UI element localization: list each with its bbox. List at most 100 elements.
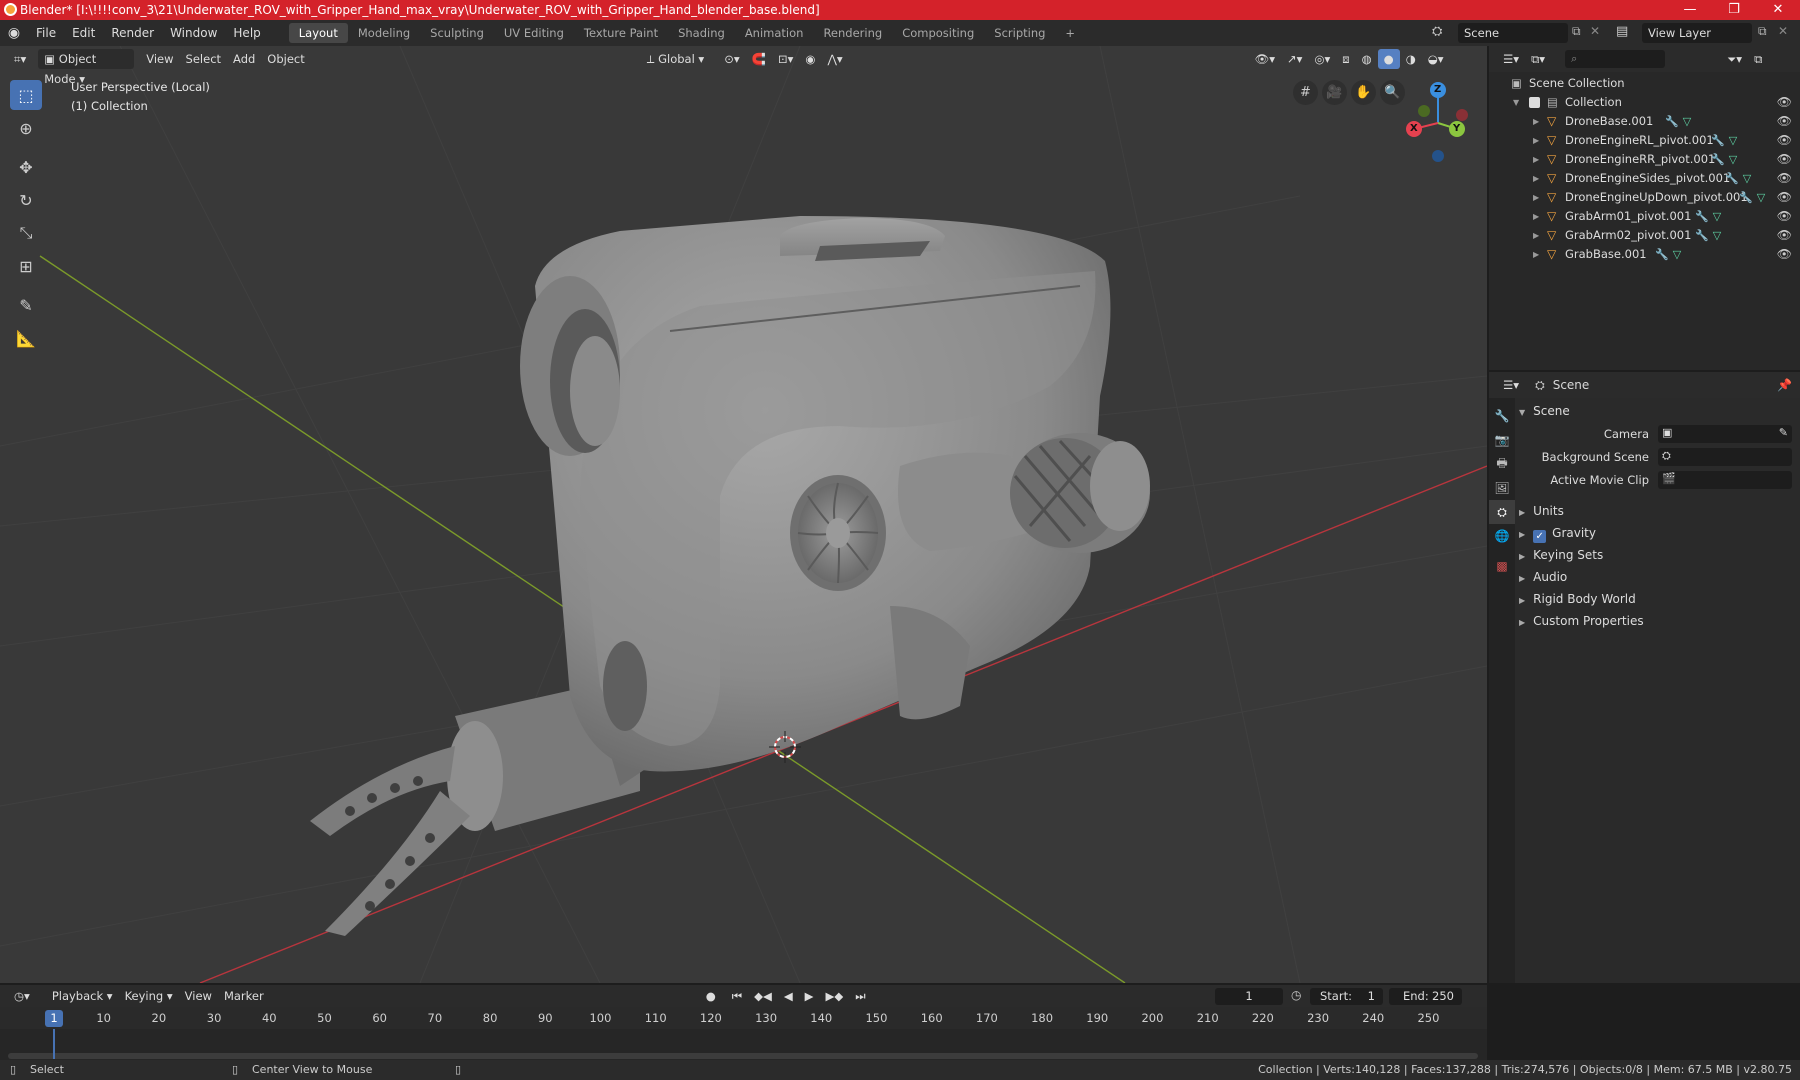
next-keyframe-icon[interactable]: ▶◆ (820, 986, 850, 1006)
select-box-tool-icon[interactable]: ⬚ (10, 80, 42, 110)
gravity-checkbox[interactable]: ✓ (1533, 530, 1547, 543)
world-tab-icon[interactable]: 🌐 (1489, 524, 1515, 548)
custom-properties-subpanel[interactable]: ▶ Custom Properties (1519, 610, 1794, 632)
3d-viewport[interactable]: Z Y X ⌗▾ ▣ Object Mode ▾ View Select Add… (0, 46, 1487, 983)
tool-tab-icon[interactable]: 🔧 (1489, 404, 1515, 428)
outliner-object-row[interactable]: ▶ ▽ DroneEngineRL_pivot.001 🔧 ▽ 👁 (1489, 131, 1800, 150)
scale-tool-icon[interactable]: ⤡ (10, 218, 42, 248)
maximize-button[interactable]: ❐ (1712, 0, 1756, 20)
menu-timeline-view[interactable]: View (179, 986, 218, 1006)
pan-view-icon[interactable]: ✋ (1351, 80, 1376, 105)
outliner-object-row[interactable]: ▶ ▽ DroneBase.001 🔧 ▽ 👁 (1489, 112, 1800, 131)
tab-modeling[interactable]: Modeling (348, 23, 420, 43)
tab-sculpting[interactable]: Sculpting (420, 23, 494, 43)
start-frame-field[interactable]: Start: 1 (1310, 988, 1383, 1005)
new-collection-icon[interactable]: ⧉ (1748, 49, 1768, 69)
outliner-object-row[interactable]: ▶ ▽ DroneEngineSides_pivot.001 🔧 ▽ 👁 (1489, 169, 1800, 188)
scene-panel-header[interactable]: ▼ Scene (1519, 400, 1570, 422)
menu-add[interactable]: Add (227, 49, 261, 69)
menu-playback[interactable]: Playback ▾ (46, 986, 119, 1006)
expand-arrow-icon[interactable]: ▶ (1533, 131, 1539, 150)
menu-marker[interactable]: Marker (218, 986, 270, 1006)
blender-menu-icon[interactable]: ◉ (0, 25, 28, 41)
wireframe-shading-icon[interactable]: ◍ (1356, 49, 1378, 69)
camera-field[interactable]: ▣ ✎ (1658, 425, 1792, 443)
menu-select[interactable]: Select (180, 49, 227, 69)
eye-icon[interactable]: 👁 (1777, 245, 1792, 264)
eye-icon[interactable]: 👁 (1777, 112, 1792, 131)
editor-type-icon[interactable]: ⌗▾ (8, 49, 32, 69)
mode-dropdown[interactable]: ▣ Object Mode ▾ (38, 49, 135, 86)
tab-compositing[interactable]: Compositing (892, 23, 984, 43)
keying-sets-subpanel[interactable]: ▶ Keying Sets (1519, 544, 1794, 566)
transform-tool-icon[interactable]: ⊞ (10, 251, 42, 281)
record-icon[interactable]: ● (700, 986, 722, 1006)
scene-field[interactable]: Scene (1458, 23, 1568, 43)
menu-edit[interactable]: Edit (64, 20, 103, 46)
collection-checkbox[interactable] (1529, 97, 1540, 108)
texture-tab-icon[interactable]: ▩ (1489, 554, 1515, 578)
timeline-editor-type-icon[interactable]: ◷▾ (8, 986, 36, 1006)
new-view-layer-icon[interactable]: ⧉ (1758, 24, 1767, 39)
expand-arrow-icon[interactable]: ▶ (1533, 169, 1539, 188)
background-scene-field[interactable]: ⛭ (1658, 448, 1792, 466)
menu-help[interactable]: Help (225, 20, 268, 46)
expand-arrow-icon[interactable]: ▶ (1533, 245, 1539, 264)
minimize-button[interactable]: — (1668, 0, 1712, 20)
properties-editor-type-icon[interactable]: ☰▾ (1497, 375, 1525, 395)
tab-animation[interactable]: Animation (735, 23, 814, 43)
end-frame-field[interactable]: End: 250 (1389, 988, 1462, 1005)
expand-arrow-icon[interactable]: ▶ (1533, 112, 1539, 131)
play-reverse-icon[interactable]: ◀ (778, 986, 799, 1006)
overlay-toggle-icon[interactable]: ◎▾ (1308, 49, 1336, 69)
material-shading-icon[interactable]: ◑ (1400, 49, 1422, 69)
cursor-tool-icon[interactable]: ⊕ (10, 113, 42, 143)
eye-icon[interactable]: 👁 (1777, 150, 1792, 169)
tab-texture-paint[interactable]: Texture Paint (574, 23, 668, 43)
delete-view-layer-icon[interactable]: ✕ (1778, 24, 1788, 38)
camera-view-icon[interactable]: 🎥 (1322, 80, 1347, 105)
zoom-view-icon[interactable]: 🔍 (1380, 80, 1405, 105)
toggle-grid-view-icon[interactable]: # (1293, 80, 1318, 105)
frame-ruler[interactable]: 1 10 20 30 40 50 60 70 80 90 100 110 120 130 140 150 16… (0, 1007, 1487, 1029)
eye-icon[interactable]: 👁 (1777, 169, 1792, 188)
add-workspace-button[interactable]: + (1055, 23, 1085, 43)
menu-object[interactable]: Object (261, 49, 310, 69)
outliner-object-row[interactable]: ▶ ▽ DroneEngineUpDown_pivot.001 🔧 ▽ 👁 (1489, 188, 1800, 207)
gizmo-x-label[interactable]: X (1410, 123, 1418, 134)
view-layer-field[interactable]: View Layer (1642, 23, 1752, 43)
outliner-object-row[interactable]: ▶ ▽ GrabArm01_pivot.001 🔧 ▽ 👁 (1489, 207, 1800, 226)
play-icon[interactable]: ▶ (799, 986, 820, 1006)
scene-tab-icon[interactable]: ⛭ (1489, 500, 1515, 524)
xray-toggle-icon[interactable]: ⧈ (1336, 49, 1355, 69)
snap-target-icon[interactable]: ⊡▾ (772, 49, 799, 69)
gravity-subpanel[interactable]: ▶ ✓ Gravity (1519, 522, 1794, 544)
new-scene-icon[interactable]: ⧉ (1572, 24, 1581, 39)
eye-icon[interactable]: 👁 (1777, 207, 1792, 226)
menu-window[interactable]: Window (162, 20, 225, 46)
close-button[interactable]: ✕ (1756, 0, 1800, 20)
transform-orientation-dropdown[interactable]: ⟂ Global ▾ (641, 49, 710, 69)
pin-icon[interactable]: 📌 (1777, 378, 1792, 392)
eye-icon[interactable]: 👁 (1777, 188, 1792, 207)
scene-selector-icon[interactable]: ⛭ (1432, 24, 1442, 39)
outliner-object-row[interactable]: ▶ ▽ GrabArm02_pivot.001 🔧 ▽ 👁 (1489, 226, 1800, 245)
expand-arrow-icon[interactable]: ▶ (1533, 188, 1539, 207)
visibility-icon[interactable]: 👁▾ (1249, 49, 1281, 69)
menu-file[interactable]: File (28, 20, 64, 46)
gizmo-z-label[interactable]: Z (1434, 84, 1441, 95)
tab-layout[interactable]: Layout (288, 23, 348, 43)
prev-keyframe-icon[interactable]: ◆◀ (748, 986, 778, 1006)
tab-rendering[interactable]: Rendering (813, 23, 892, 43)
outliner-scene-collection[interactable]: ▣ Scene Collection (1489, 74, 1800, 93)
audio-subpanel[interactable]: ▶ Audio (1519, 566, 1794, 588)
proportional-edit-icon[interactable]: ◉ (799, 49, 821, 69)
jump-start-icon[interactable]: ⏮ (726, 986, 748, 1006)
outliner-object-row[interactable]: ▶ ▽ DroneEngineRR_pivot.001 🔧 ▽ 👁 (1489, 150, 1800, 169)
eye-icon[interactable]: 👁 (1777, 131, 1792, 150)
measure-tool-icon[interactable]: 📐 (10, 323, 42, 353)
pivot-point-icon[interactable]: ⊙▾ (718, 49, 745, 69)
delete-scene-icon[interactable]: ✕ (1590, 24, 1600, 38)
gizmo-toggle-icon[interactable]: ↗▾ (1281, 49, 1308, 69)
tab-uv-editing[interactable]: UV Editing (494, 23, 574, 43)
